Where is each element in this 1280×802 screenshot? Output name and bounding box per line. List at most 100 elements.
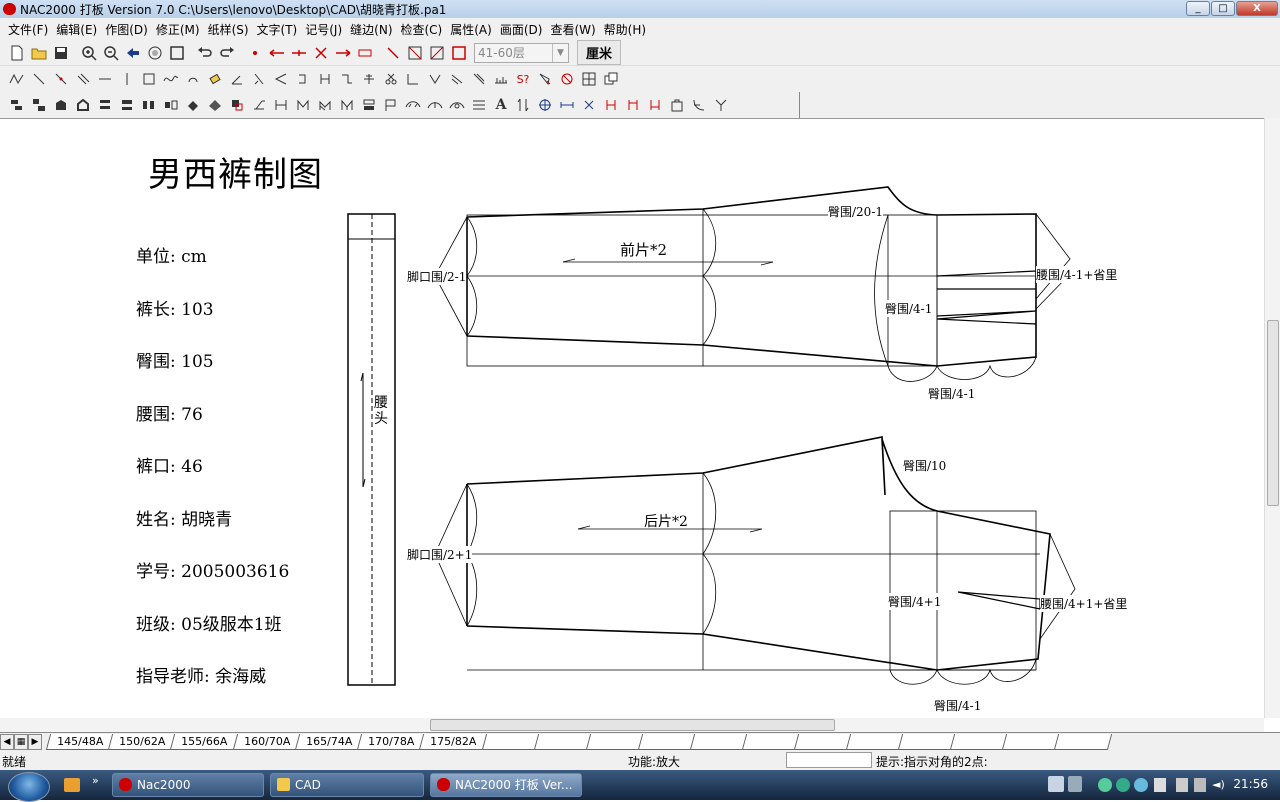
rotate-icon[interactable] (182, 94, 204, 116)
arrow-right-red-icon[interactable] (332, 42, 354, 64)
bow2-icon[interactable] (424, 94, 446, 116)
menu-view[interactable]: 画面(D) (496, 21, 547, 38)
text-icon[interactable]: A (490, 94, 512, 116)
ime2-icon[interactable] (1068, 776, 1082, 792)
tab-empty[interactable] (949, 733, 1008, 750)
rectangle-icon[interactable] (138, 68, 160, 90)
split-icon[interactable] (358, 68, 380, 90)
tab-size-170[interactable]: 170/78A (357, 733, 426, 750)
hook-icon[interactable] (292, 68, 314, 90)
status-input[interactable] (786, 752, 872, 768)
dart-icon[interactable] (248, 94, 270, 116)
tab-first-icon[interactable]: ◀ (0, 733, 14, 750)
tab-size-155[interactable]: 155/66A (170, 733, 239, 750)
horizontal-scroll-thumb[interactable] (430, 719, 835, 731)
quick-launch-more-icon[interactable]: » (92, 774, 99, 787)
menu-help[interactable]: 帮助(H) (600, 21, 650, 38)
tab-empty[interactable] (845, 733, 904, 750)
flag-icon[interactable] (380, 94, 402, 116)
tab-empty[interactable] (533, 733, 592, 750)
vertical-scrollbar[interactable] (1264, 118, 1280, 718)
minimize-button[interactable]: _ (1186, 1, 1210, 16)
tab-empty[interactable] (689, 733, 748, 750)
unit-label[interactable]: 厘米 (577, 40, 622, 65)
tab-empty[interactable] (1001, 733, 1060, 750)
network-icon[interactable] (1098, 778, 1112, 792)
battery-icon[interactable] (1176, 778, 1188, 792)
line-dot-icon[interactable] (50, 68, 72, 90)
polyline-icon[interactable] (6, 68, 28, 90)
menu-check[interactable]: 检查(C) (397, 21, 447, 38)
start-button[interactable] (8, 772, 50, 802)
bow-icon[interactable] (402, 94, 424, 116)
dimension-icon[interactable] (354, 42, 376, 64)
vertical-scroll-thumb[interactable] (1267, 320, 1279, 506)
tab-next-icon[interactable]: ▶ (28, 733, 42, 750)
redo-icon[interactable] (216, 42, 238, 64)
menu-attribute[interactable]: 属性(A) (446, 21, 496, 38)
monitor-icon[interactable] (1194, 778, 1206, 792)
tab-empty[interactable] (481, 733, 540, 750)
undo-icon[interactable] (194, 42, 216, 64)
maximize-button[interactable]: □ (1211, 1, 1235, 16)
shape2-icon[interactable] (72, 94, 94, 116)
arrow-left-red-icon[interactable] (266, 42, 288, 64)
menu-pattern[interactable]: 纸样(S) (204, 21, 253, 38)
vertical-arrows-icon[interactable] (512, 94, 534, 116)
layer-select[interactable]: 41-60层 ▼ (474, 42, 569, 63)
tab-size-150[interactable]: 150/62A (108, 733, 177, 750)
spiral-icon[interactable] (182, 68, 204, 90)
stack2-icon[interactable] (28, 94, 50, 116)
mirror-icon[interactable] (248, 68, 270, 90)
button-icon[interactable] (358, 94, 380, 116)
close-button[interactable]: X (1236, 1, 1278, 16)
tab-size-145[interactable]: 145/48A (45, 733, 115, 750)
menu-file[interactable]: 文件(F) (4, 21, 52, 38)
line-red-icon[interactable] (382, 42, 404, 64)
distribute-icon[interactable] (138, 94, 160, 116)
shape-icon[interactable] (50, 94, 72, 116)
menu-draw[interactable]: 作图(D) (101, 21, 152, 38)
i-measure3-icon[interactable] (644, 94, 666, 116)
pan-left-icon[interactable] (122, 42, 144, 64)
tab-size-165[interactable]: 165/74A (294, 733, 364, 750)
tab-size-175[interactable]: 175/82A (419, 733, 488, 750)
tuck3-icon[interactable] (336, 94, 358, 116)
rotate2-icon[interactable] (204, 94, 226, 116)
vertical-line-icon[interactable] (116, 68, 138, 90)
taskbar-item-nac2000[interactable]: Nac2000 (112, 773, 264, 797)
slant2-icon[interactable] (468, 68, 490, 90)
question-icon[interactable]: S? (512, 68, 534, 90)
horizontal-scrollbar[interactable] (0, 718, 1264, 732)
curve-measure-icon[interactable] (688, 94, 710, 116)
taskbar-item-nac2000-window[interactable]: NAC2000 打板 Ver... (430, 773, 582, 797)
menu-seam[interactable]: 缝边(N) (346, 21, 396, 38)
ruler-icon[interactable] (490, 68, 512, 90)
menu-mark[interactable]: 记号(J) (301, 21, 346, 38)
zoom-out-icon[interactable] (100, 42, 122, 64)
taskbar-item-cad[interactable]: CAD (270, 773, 424, 797)
i-measure-icon[interactable] (600, 94, 622, 116)
curve-icon[interactable] (160, 68, 182, 90)
cursor-red-icon[interactable] (534, 68, 556, 90)
tab-empty[interactable] (637, 733, 696, 750)
crosshair-icon[interactable] (534, 94, 556, 116)
copy-icon[interactable] (600, 68, 622, 90)
horizontal-line-icon[interactable] (94, 68, 116, 90)
pleat-icon[interactable] (270, 94, 292, 116)
step-icon[interactable] (336, 68, 358, 90)
line-mark-icon[interactable] (288, 42, 310, 64)
menu-edit[interactable]: 编辑(E) (52, 21, 101, 38)
menu-window[interactable]: 查看(W) (546, 21, 599, 38)
i-measure2-icon[interactable] (622, 94, 644, 116)
tab-empty[interactable] (585, 733, 644, 750)
align-icon[interactable] (94, 94, 116, 116)
cross-icon[interactable] (310, 42, 332, 64)
update-icon[interactable] (1134, 778, 1148, 792)
angle-icon[interactable] (226, 68, 248, 90)
menu-text[interactable]: 文字(T) (253, 21, 302, 38)
quick-launch-icon[interactable] (64, 778, 80, 792)
tuck-icon[interactable] (292, 94, 314, 116)
tab-list-icon[interactable]: ▦ (14, 733, 28, 750)
bag-icon[interactable] (666, 94, 688, 116)
